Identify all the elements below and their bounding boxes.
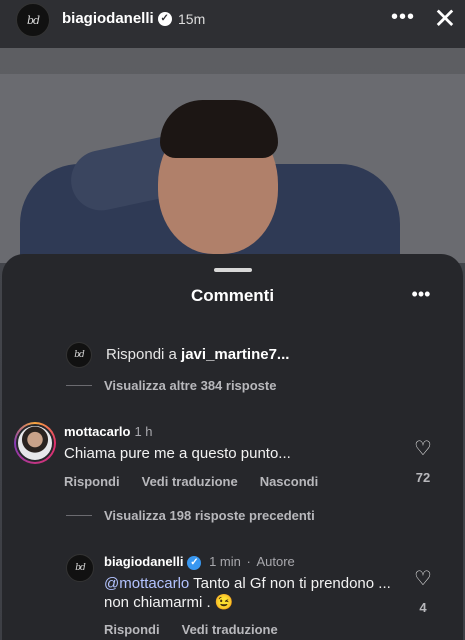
reply-prompt-text: Rispondi a javi_martine7... [106, 346, 290, 363]
photo-frame [0, 74, 465, 263]
mention-link[interactable]: @mottacarlo [104, 575, 189, 592]
sheet-more-icon[interactable]: ••• [406, 284, 436, 306]
reply-button[interactable]: Rispondi [104, 622, 160, 637]
reply-actions: Rispondi Vedi traduzione [104, 622, 278, 637]
avatar-logo: bd [74, 350, 84, 360]
view-previous-replies-link[interactable]: Visualizza 198 risposte precedenti [66, 508, 315, 523]
story-header: bd biagiodanelli ✓ 15m ••• ✕ [0, 0, 465, 48]
translate-button[interactable]: Vedi traduzione [142, 474, 238, 489]
sheet-drag-handle[interactable] [214, 268, 252, 272]
thread-line [66, 385, 92, 386]
author-badge: Autore [256, 554, 295, 569]
story-username[interactable]: biagiodanelli ✓ [62, 10, 172, 27]
heart-icon[interactable]: ♡ [411, 438, 435, 460]
translate-button[interactable]: Vedi traduzione [182, 622, 278, 637]
verified-icon: ✓ [187, 555, 202, 570]
like-count: 72 [415, 470, 431, 485]
sheet-title: Commenti [190, 286, 275, 305]
story-avatar[interactable]: bd [16, 3, 50, 37]
verified-icon: ✓ [157, 12, 172, 27]
avatar-logo: bd [26, 13, 40, 27]
more-horizontal-icon[interactable]: ••• [388, 6, 418, 32]
avatar-logo: bd [75, 563, 85, 573]
reply-target: javi_martine7... [181, 346, 290, 363]
commenter-avatar[interactable] [14, 422, 56, 464]
story-photo [0, 48, 465, 263]
meta-separator: · [246, 554, 251, 569]
comment-actions: Rispondi Vedi traduzione Nascondi [64, 474, 318, 489]
comment-text: Chiama pure me a questo punto... [64, 445, 291, 462]
photo-hair [160, 100, 278, 158]
commenter-avatar-image [16, 424, 54, 462]
reply-button[interactable]: Rispondi [64, 474, 120, 489]
close-icon[interactable]: ✕ [430, 4, 460, 34]
comment-username[interactable]: mottacarlo 1 h [64, 424, 153, 439]
comment-time: 1 h [134, 424, 153, 439]
thread-line [66, 515, 92, 516]
author-avatar[interactable]: bd [66, 554, 94, 582]
reply-text: @mottacarlo Tanto al Gf non ti prendono … [104, 575, 391, 611]
heart-icon[interactable]: ♡ [411, 568, 435, 590]
view-more-replies-link[interactable]: Visualizza altre 384 risposte [66, 378, 276, 393]
reply-time: 1 min [209, 554, 241, 569]
like-count: 4 [419, 600, 427, 615]
reply-username[interactable]: biagiodanelli ✓ 1 min · Autore [104, 554, 295, 570]
reply-avatar: bd [66, 342, 92, 368]
comments-sheet: Commenti ••• bd Rispondi a javi_martine7… [2, 254, 463, 640]
story-time: 15m [178, 11, 206, 27]
hide-button[interactable]: Nascondi [260, 474, 319, 489]
